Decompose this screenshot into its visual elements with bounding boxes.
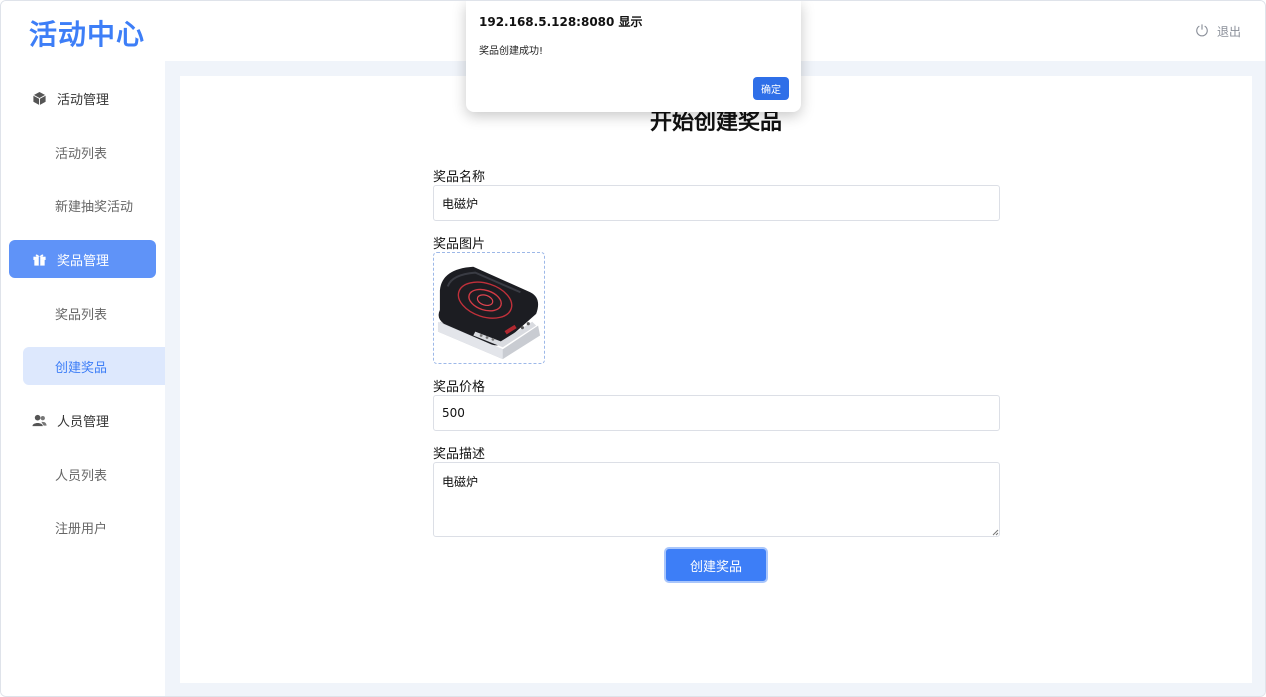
sidebar-group-label: 奖品管理 — [57, 253, 110, 269]
cube-icon — [31, 90, 47, 106]
prize-image-uploader[interactable] — [433, 252, 545, 364]
sidebar-group-label: 人员管理 — [57, 414, 110, 430]
sidebar-item-register-user[interactable]: 注册用户 — [23, 508, 165, 546]
sidebar-group-label: 活动管理 — [57, 92, 110, 108]
alert-dialog: 192.168.5.128:8080 显示 奖品创建成功! 确定 — [466, 1, 801, 112]
sidebar-group-people[interactable]: 人员管理 — [9, 401, 156, 439]
power-icon — [1195, 23, 1209, 40]
dialog-title: 192.168.5.128:8080 显示 — [479, 15, 643, 29]
logout-label: 退出 — [1216, 25, 1241, 39]
app-logo[interactable]: 活动中心 — [29, 13, 145, 53]
prize-desc-textarea[interactable]: 电磁炉 — [433, 462, 1000, 537]
resize-grip-icon[interactable] — [991, 528, 999, 536]
create-prize-button[interactable]: 创建奖品 — [664, 547, 768, 583]
logout-button[interactable]: 退出 — [1195, 23, 1241, 40]
sidebar-item-people-list[interactable]: 人员列表 — [23, 455, 165, 493]
sidebar-item-activity-list[interactable]: 活动列表 — [23, 133, 165, 171]
app-window: 活动中心 退出 活动管理 活动列表 新建抽奖活动 奖品管理 奖品列表 创建奖品 — [0, 0, 1266, 697]
form-card: 开始创建奖品 奖品名称 奖品图片 — [180, 76, 1252, 683]
dialog-message: 奖品创建成功! — [479, 46, 544, 57]
prize-name-label: 奖品名称 — [433, 170, 486, 185]
sidebar: 活动管理 活动列表 新建抽奖活动 奖品管理 奖品列表 创建奖品 人员管理 人员列… — [1, 61, 165, 696]
sidebar-item-prize-list[interactable]: 奖品列表 — [23, 294, 165, 332]
prize-name-input[interactable] — [433, 185, 1000, 221]
dialog-ok-button[interactable]: 确定 — [753, 77, 789, 100]
induction-cooker-image — [437, 266, 541, 360]
sidebar-group-activity[interactable]: 活动管理 — [9, 79, 156, 117]
users-icon — [31, 412, 47, 428]
prize-image-label: 奖品图片 — [433, 237, 486, 252]
prize-price-input[interactable] — [433, 395, 1000, 431]
prize-desc-label: 奖品描述 — [433, 447, 486, 462]
sidebar-item-create-prize[interactable]: 创建奖品 — [23, 347, 165, 385]
sidebar-item-new-lottery[interactable]: 新建抽奖活动 — [23, 186, 165, 224]
prize-price-label: 奖品价格 — [433, 380, 486, 395]
sidebar-group-prize[interactable]: 奖品管理 — [9, 240, 156, 278]
gift-icon — [31, 251, 47, 267]
